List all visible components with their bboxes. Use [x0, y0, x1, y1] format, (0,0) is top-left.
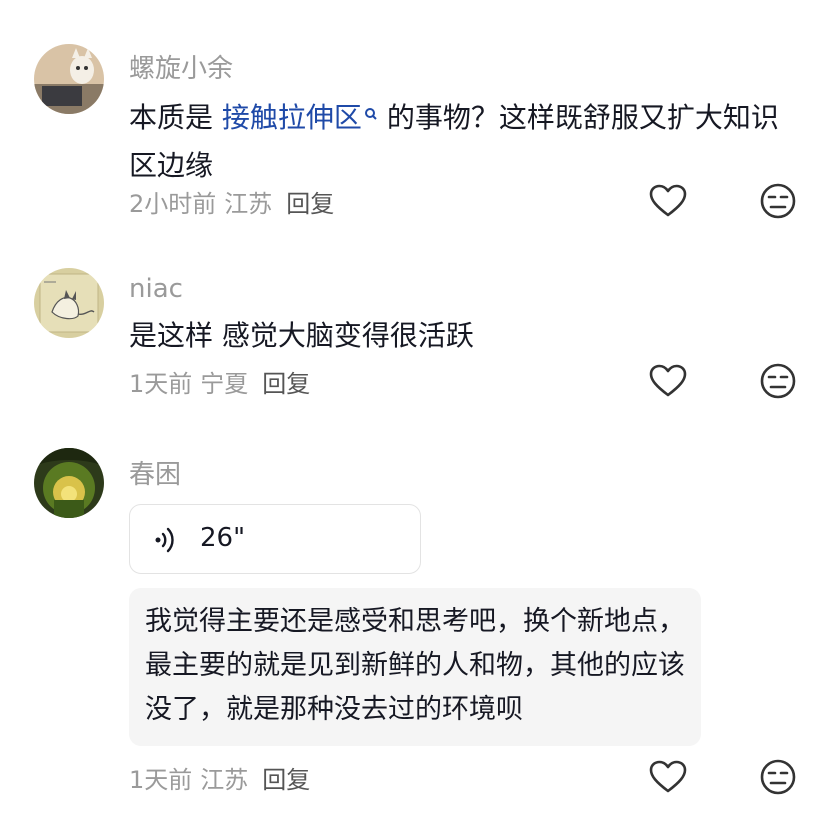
voice-wave-icon: [154, 525, 178, 559]
avatar[interactable]: [34, 268, 104, 338]
comment-item: 螺旋小余 本质是 接触拉伸区 的事物？这样既舒服又扩大知识区边缘 2小时前 江苏回…: [0, 0, 828, 240]
heart-outline-icon[interactable]: [648, 361, 688, 401]
search-link[interactable]: 接触拉伸区: [222, 101, 378, 134]
location: 江苏: [200, 766, 249, 794]
comment-text: 本质是 接触拉伸区 的事物？这样既舒服又扩大知识区边缘: [129, 88, 799, 190]
reply-button[interactable]: 回复: [262, 370, 310, 398]
neutral-face-icon[interactable]: [758, 181, 798, 221]
comment-text: 我觉得主要还是感受和思考吧，换个新地点，最主要的就是见到新鲜的人和物，其他的应该…: [129, 588, 701, 746]
search-link-label[interactable]: 接触拉伸区: [222, 101, 362, 134]
reply-button[interactable]: 回复: [286, 190, 334, 218]
neutral-face-icon[interactable]: [758, 757, 798, 797]
comment-text: 是这样 感觉大脑变得很活跃: [129, 319, 474, 352]
reply-button[interactable]: 回复: [262, 766, 310, 794]
comment-text-segment: 本质是: [129, 101, 222, 134]
timestamp: 2小时前: [129, 190, 217, 218]
username[interactable]: niac: [129, 274, 183, 304]
heart-outline-icon[interactable]: [648, 181, 688, 221]
comment-meta: 1天前 宁夏 回复: [129, 364, 310, 399]
username[interactable]: 螺旋小余: [129, 48, 233, 85]
comment-meta: 1天前 江苏 回复: [129, 760, 310, 795]
location: 江苏: [224, 190, 273, 218]
location: 宁夏: [200, 370, 249, 398]
comment-meta: 2小时前 江苏 回复: [129, 184, 334, 219]
avatar[interactable]: [34, 44, 104, 114]
search-icon[interactable]: [364, 88, 378, 136]
voice-duration: 26": [200, 523, 246, 553]
voice-message-button[interactable]: 26": [129, 504, 421, 574]
heart-outline-icon[interactable]: [648, 757, 688, 797]
avatar[interactable]: [34, 448, 104, 518]
username[interactable]: 春困: [129, 454, 181, 491]
timestamp: 1天前: [129, 766, 193, 794]
timestamp: 1天前: [129, 370, 193, 398]
comment-item: 春困 26" 我觉得主要还是感受和思考吧，换个新地点，最主要的就是见到新鲜的人和…: [0, 420, 828, 819]
neutral-face-icon[interactable]: [758, 361, 798, 401]
comment-item: niac 是这样 感觉大脑变得很活跃 1天前 宁夏 回复: [0, 240, 828, 420]
